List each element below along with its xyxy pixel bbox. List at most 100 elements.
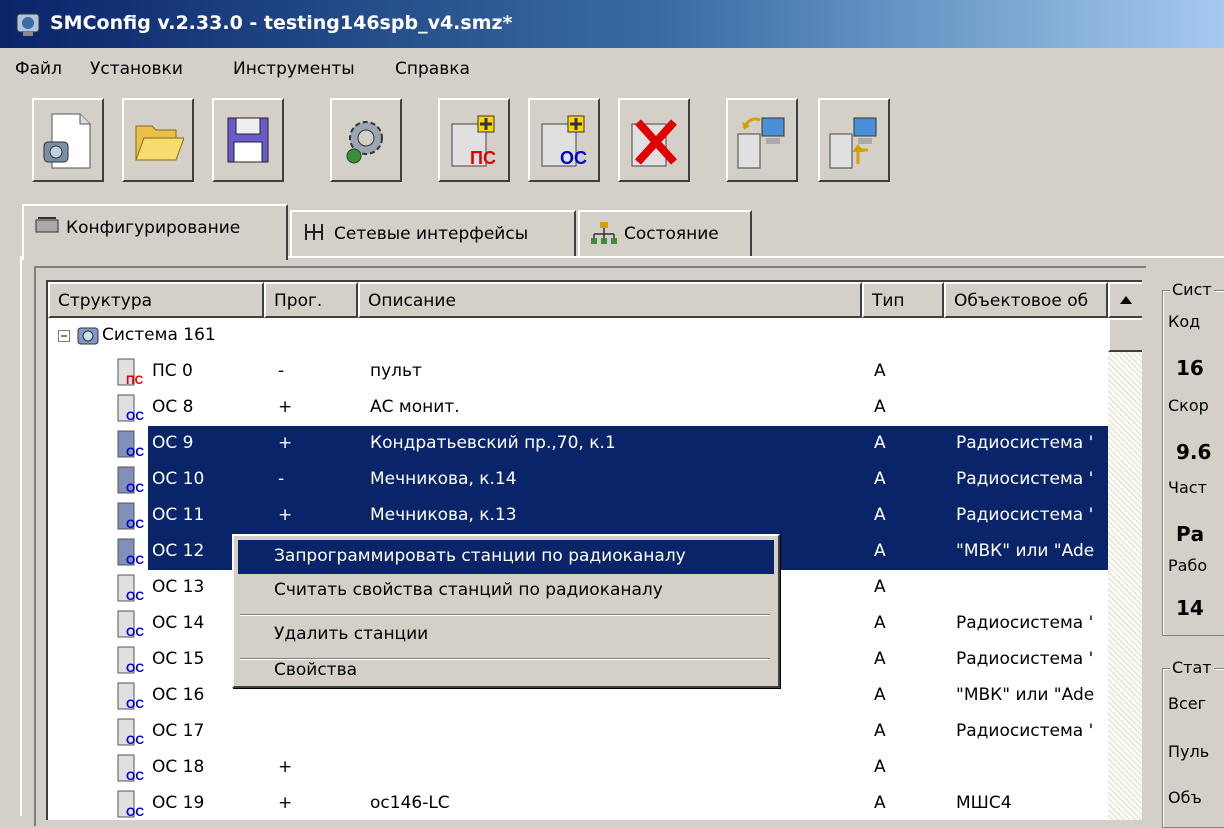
menu-settings[interactable]: Установки bbox=[90, 59, 183, 79]
table-row[interactable]: ОС ОС 10 - Мечникова, к.14 A Радиосистема ' bbox=[48, 462, 1108, 498]
column-header-structure[interactable]: Структура bbox=[48, 282, 264, 318]
object-equipment: Радиосистема ' bbox=[956, 649, 1094, 669]
menu-tools[interactable]: Инструменты bbox=[233, 59, 355, 79]
system-group-title: Сист bbox=[1170, 280, 1214, 299]
read-stations-button[interactable] bbox=[726, 98, 798, 182]
add-os-button[interactable]: ОС bbox=[528, 98, 600, 182]
os-station-icon: ОС bbox=[117, 430, 144, 459]
os-station-icon: ОС bbox=[117, 610, 144, 639]
new-document-icon bbox=[43, 113, 91, 169]
add-os-station-icon: ОС bbox=[541, 115, 587, 168]
table-row[interactable]: ОС ОС 19 + ос146-LC A МШС4 bbox=[48, 786, 1108, 820]
station-type: A bbox=[874, 721, 886, 741]
tab-status[interactable]: Состояние bbox=[578, 210, 752, 256]
station-name: ОС 17 bbox=[152, 721, 205, 741]
tab-network-interfaces[interactable]: Сетевые интерфейсы bbox=[290, 210, 576, 256]
station-type: A bbox=[874, 397, 886, 417]
svg-text:ОС: ОС bbox=[126, 697, 144, 711]
menu-bar: Файл Установки Инструменты Справка bbox=[0, 48, 1224, 90]
os-station-icon: ОС bbox=[117, 466, 144, 495]
column-header-prog[interactable]: Прог. bbox=[264, 282, 358, 318]
os-station-icon: ОС bbox=[117, 574, 144, 603]
os-station-icon: ОС bbox=[117, 646, 144, 675]
new-config-button[interactable] bbox=[32, 98, 104, 182]
frequency-value: Ра bbox=[1176, 522, 1205, 546]
code-value: 16 bbox=[1176, 356, 1204, 380]
write-stations-button[interactable] bbox=[818, 98, 890, 182]
tree-root-label: Система 161 bbox=[102, 325, 216, 345]
station-name: ОС 15 bbox=[152, 649, 205, 669]
svg-text:ОС: ОС bbox=[126, 661, 144, 675]
station-type: A bbox=[874, 433, 886, 453]
station-name: ОС 11 bbox=[152, 505, 205, 525]
menu-item-delete-stations[interactable]: Удалить станции bbox=[238, 618, 774, 652]
object-equipment: Радиосистема ' bbox=[956, 433, 1094, 453]
prog-status: + bbox=[278, 433, 293, 453]
network-interfaces-icon bbox=[305, 224, 323, 240]
station-type: A bbox=[874, 649, 886, 669]
write-stations-icon bbox=[829, 117, 877, 169]
station-name: ОС 18 bbox=[152, 757, 205, 777]
menu-file[interactable]: Файл bbox=[15, 59, 62, 79]
column-header-object[interactable]: Объектовое об bbox=[944, 282, 1108, 318]
work-value: 14 bbox=[1176, 596, 1204, 620]
status-tree-icon bbox=[591, 222, 617, 244]
station-name: ОС 16 bbox=[152, 685, 205, 705]
floppy-disk-icon bbox=[227, 117, 269, 163]
collapse-icon[interactable] bbox=[58, 330, 70, 342]
station-name: ОС 13 bbox=[152, 577, 205, 597]
table-row[interactable]: ОС ОС 11 + Мечникова, к.13 A Радиосистема ' bbox=[48, 498, 1108, 534]
stats-total-label: Всег bbox=[1168, 694, 1207, 713]
menu-separator bbox=[240, 614, 770, 616]
svg-text:ПС: ПС bbox=[126, 373, 144, 387]
ps-station-icon: ПС bbox=[117, 358, 144, 387]
menu-item-properties[interactable]: Свойства bbox=[238, 654, 774, 688]
stats-ps-label: Пуль bbox=[1168, 742, 1210, 761]
station-name: ОС 14 bbox=[152, 613, 205, 633]
svg-text:ОС: ОС bbox=[126, 589, 144, 603]
arrow-up-icon bbox=[1120, 296, 1132, 304]
station-name: ОС 10 bbox=[152, 469, 205, 489]
toolbar: ПС ОС bbox=[0, 90, 1224, 202]
save-button[interactable] bbox=[212, 98, 284, 182]
column-header-type[interactable]: Тип bbox=[862, 282, 944, 318]
table-row[interactable]: ПС ПС 0 - пульт A bbox=[48, 354, 1108, 390]
column-header-description[interactable]: Описание bbox=[358, 282, 862, 318]
table-row[interactable]: ОС ОС 8 + АС монит. A bbox=[48, 390, 1108, 426]
settings-button[interactable] bbox=[330, 98, 402, 182]
scroll-up-button[interactable] bbox=[1108, 282, 1142, 318]
vertical-scrollbar[interactable] bbox=[1108, 282, 1142, 820]
delete-station-icon bbox=[631, 119, 677, 167]
tree-root-row[interactable]: Система 161 bbox=[48, 318, 1108, 354]
os-station-icon: ОС bbox=[117, 538, 144, 567]
scroll-thumb[interactable] bbox=[1108, 318, 1142, 352]
prog-status: - bbox=[278, 361, 285, 381]
table-row[interactable]: ОС ОС 9 + Кондратьевский пр.,70, к.1 A Радиос… bbox=[48, 426, 1108, 462]
prog-status: + bbox=[278, 793, 293, 813]
speed-value: 9.6 bbox=[1176, 440, 1212, 464]
speed-label: Скор bbox=[1168, 396, 1209, 415]
svg-text:ОС: ОС bbox=[560, 148, 587, 168]
stats-os-label: Объ bbox=[1168, 788, 1202, 807]
add-ps-button[interactable]: ПС bbox=[438, 98, 510, 182]
station-type: A bbox=[874, 361, 886, 381]
menu-help[interactable]: Справка bbox=[395, 59, 470, 79]
svg-text:ОС: ОС bbox=[126, 409, 144, 423]
tab-configuration[interactable]: Конфигурирование bbox=[22, 204, 288, 260]
context-menu: Запрограммировать станции по радиоканалу… bbox=[232, 534, 780, 688]
gear-icon bbox=[346, 121, 383, 164]
open-button[interactable] bbox=[122, 98, 194, 182]
menu-item-program-stations[interactable]: Запрограммировать станции по радиоканалу bbox=[238, 540, 774, 574]
delete-station-button[interactable] bbox=[618, 98, 690, 182]
station-type: A bbox=[874, 757, 886, 777]
menu-item-read-stations[interactable]: Считать свойства станций по радиоканалу bbox=[238, 574, 774, 608]
add-ps-station-icon: ПС bbox=[451, 115, 496, 168]
title-bar: SMConfig v.2.33.0 - testing146spb_v4.smz… bbox=[0, 0, 1224, 48]
table-row[interactable]: ОС ОС 17 A Радиосистема ' bbox=[48, 714, 1108, 750]
svg-text:ОС: ОС bbox=[126, 733, 144, 747]
station-description: Кондратьевский пр.,70, к.1 bbox=[370, 433, 616, 453]
window-title: SMConfig v.2.33.0 - testing146spb_v4.smz… bbox=[50, 12, 513, 34]
station-type: A bbox=[874, 469, 886, 489]
table-row[interactable]: ОС ОС 18 + A bbox=[48, 750, 1108, 786]
frequency-label: Част bbox=[1168, 478, 1207, 497]
